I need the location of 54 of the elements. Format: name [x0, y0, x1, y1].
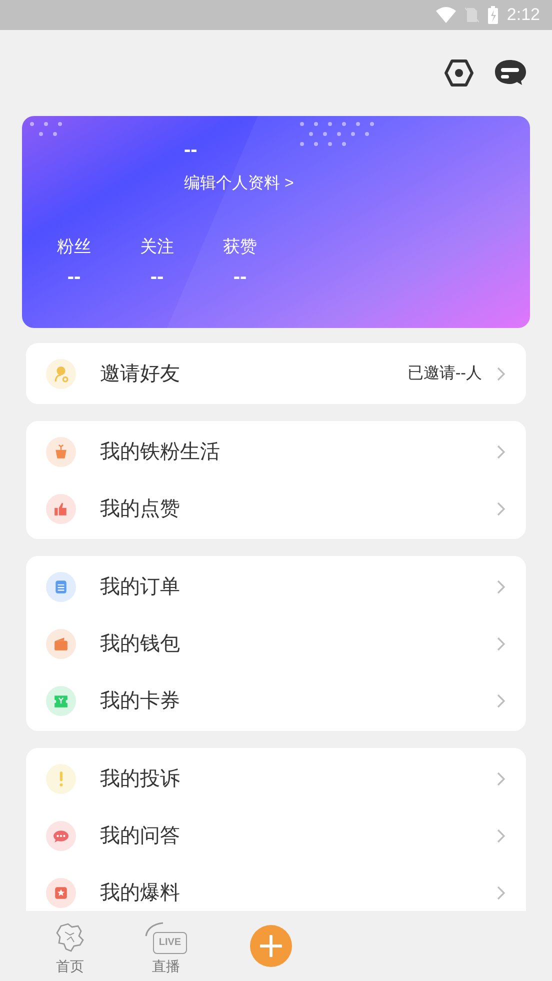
menu-label: 邀请好友 — [100, 362, 181, 386]
stat-label: 获赞 — [223, 236, 257, 258]
menu-label: 我的投诉 — [100, 766, 181, 792]
menu-detail: 已邀请--人 — [407, 364, 482, 384]
stat-value: -- — [67, 264, 81, 290]
chevron-right-icon — [496, 500, 506, 516]
menu-label: 我的铁粉生活 — [100, 440, 221, 464]
report-icon — [46, 878, 76, 908]
chevron-right-icon — [496, 444, 506, 460]
chevron-right-icon — [496, 578, 506, 594]
menu-label: 我的点赞 — [100, 496, 181, 522]
stat-label: 粉丝 — [57, 236, 91, 258]
tab-button[interactable]: LIVE 直播 — [136, 916, 196, 976]
like-icon — [46, 494, 76, 524]
battery-charging-icon — [488, 6, 498, 24]
menu-item[interactable]: 我的问答 — [26, 807, 526, 864]
chevron-right-icon — [496, 692, 506, 708]
invite-icon — [46, 358, 76, 388]
order-icon — [46, 572, 76, 602]
status-time: 2:12 — [506, 4, 540, 26]
chevron-right-icon — [496, 636, 506, 652]
menu-item[interactable]: 我的投诉 — [26, 750, 526, 807]
no-sim-icon — [464, 7, 479, 23]
menu-label: 我的钱包 — [100, 632, 181, 656]
edit-profile-link[interactable]: 编辑个人资料 > — [184, 172, 294, 196]
menu-item[interactable]: 我的订单 — [26, 558, 526, 615]
wifi-icon — [436, 7, 456, 23]
chevron-right-icon — [496, 366, 506, 382]
menu-label: 我的爆料 — [100, 880, 181, 906]
coupon-icon — [46, 686, 76, 716]
complaint-icon — [46, 764, 76, 794]
settings-icon[interactable] — [444, 59, 474, 87]
chevron-right-icon — [496, 770, 506, 786]
stat-value: -- — [233, 264, 247, 290]
menu-item[interactable]: 邀请好友 已邀请--人 — [26, 345, 526, 402]
menu-item[interactable]: 我的爆料 — [26, 864, 526, 911]
menu-label: 我的订单 — [100, 574, 181, 600]
menu-label: 我的卡券 — [100, 688, 181, 714]
chevron-right-icon — [496, 828, 506, 844]
stat-label: 关注 — [140, 236, 174, 258]
menu-item[interactable]: 我的铁粉生活 — [26, 423, 526, 480]
menu-item[interactable]: 我的钱包 — [26, 615, 526, 672]
wallet-icon — [46, 628, 76, 658]
message-icon[interactable] — [494, 59, 526, 87]
user-name: -- — [184, 138, 198, 163]
gift-icon — [46, 436, 76, 466]
menu-item[interactable]: 我的卡券 — [26, 672, 526, 729]
tab-button[interactable]: 首页 — [40, 916, 100, 976]
plus-icon — [260, 935, 282, 957]
qa-icon — [46, 820, 76, 850]
stat-value: -- — [150, 264, 164, 290]
menu-item[interactable]: 我的点赞 — [26, 480, 526, 537]
chevron-right-icon — [496, 884, 506, 900]
menu-label: 我的问答 — [100, 824, 181, 848]
